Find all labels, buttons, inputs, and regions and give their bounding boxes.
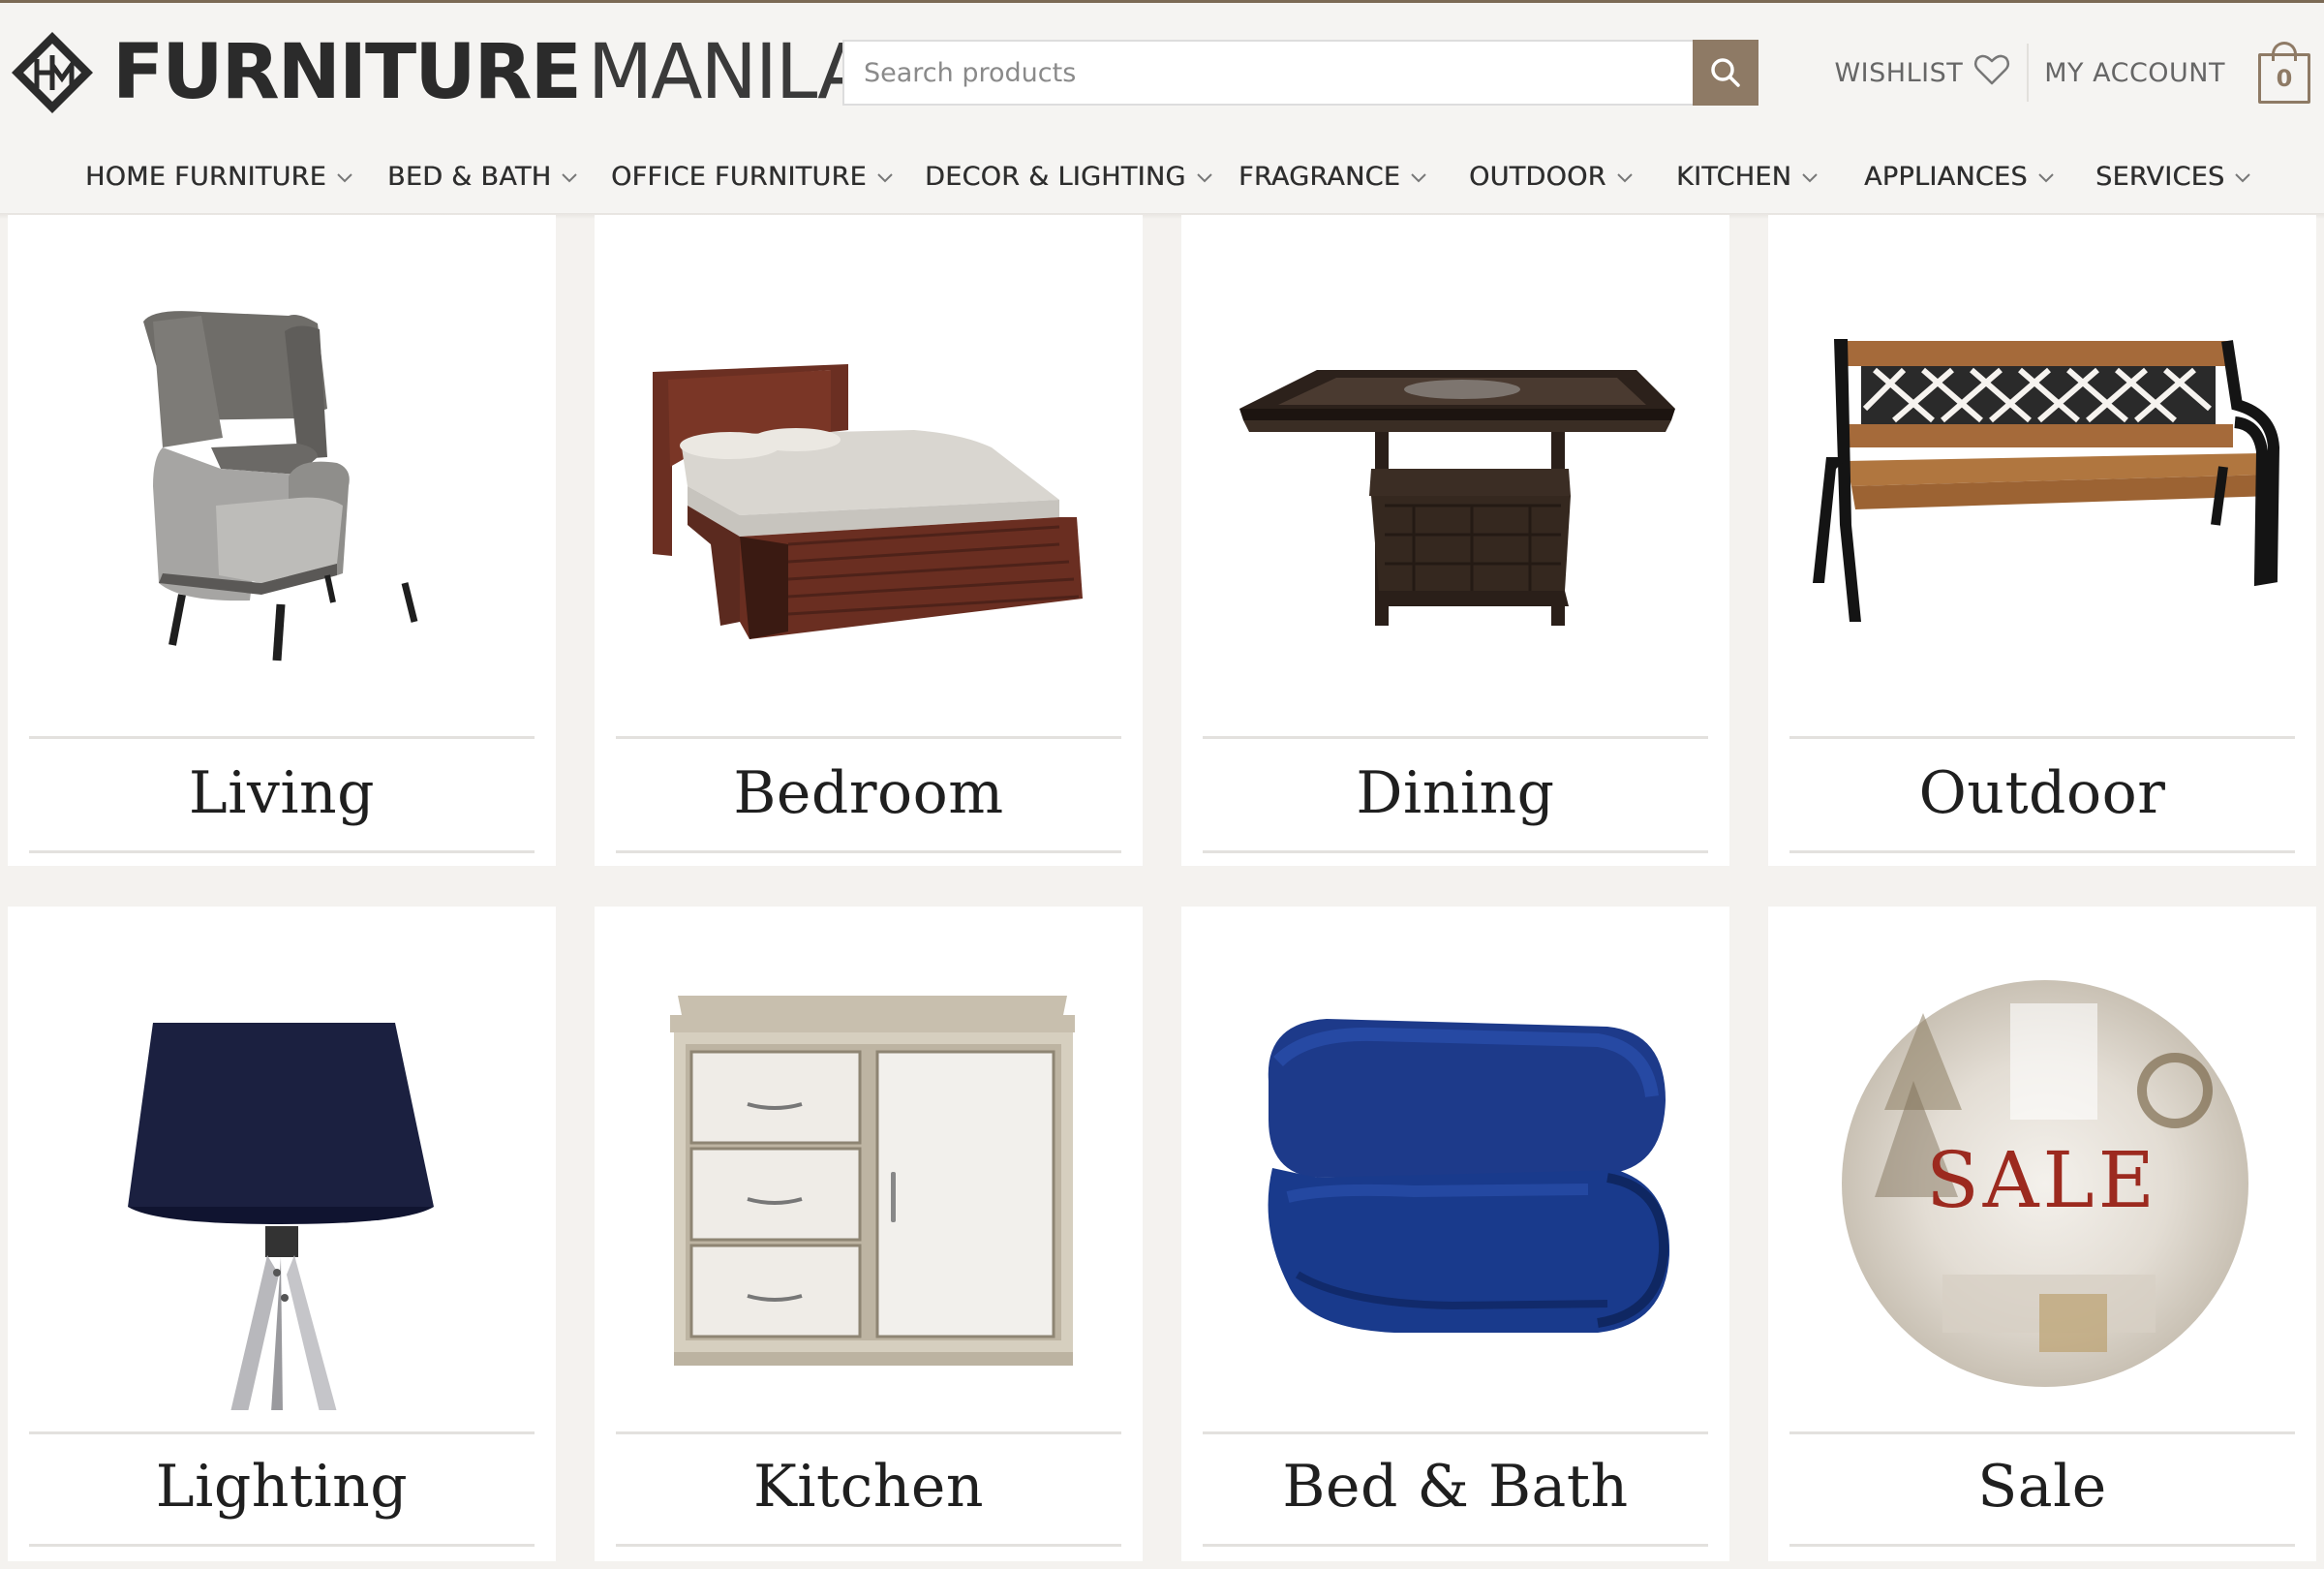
category-label: Dining <box>1356 759 1555 827</box>
category-label: Bedroom <box>733 759 1004 827</box>
category-card-dining[interactable]: Dining <box>1181 215 1729 866</box>
search-icon <box>1711 58 1740 87</box>
category-label: Lighting <box>155 1453 409 1521</box>
card-divider <box>1789 1431 2295 1434</box>
card-divider <box>616 736 1121 739</box>
category-card-sale[interactable]: SALE Sale <box>1768 907 2316 1561</box>
cart-button[interactable]: 0 <box>2258 42 2310 104</box>
nav-item-office-furniture[interactable]: OFFICE FURNITURE <box>611 162 894 192</box>
category-label: Sale <box>1977 1453 2107 1521</box>
page-bottom-edge <box>0 1561 2324 1569</box>
chevron-down-icon <box>1411 172 1426 182</box>
nav-label: FRAGRANCE <box>1238 162 1401 192</box>
nav-label: BED & BATH <box>387 162 552 192</box>
wishlist-link[interactable]: WISHLIST <box>1834 50 2011 96</box>
nav-label: OUTDOOR <box>1469 162 1606 192</box>
nav-label: KITCHEN <box>1676 162 1792 192</box>
nav-item-outdoor[interactable]: OUTDOOR <box>1469 162 1634 192</box>
card-divider <box>616 1431 1121 1434</box>
floor-lamp-icon <box>128 1023 434 1410</box>
card-divider <box>1203 736 1708 739</box>
site-logo[interactable]: FURNITURE MANILA <box>8 28 870 117</box>
wishlist-label: WISHLIST <box>1834 57 1964 88</box>
chevron-down-icon <box>562 172 578 182</box>
category-card-bed-bath[interactable]: Bed & Bath <box>1181 907 1729 1561</box>
nav-label: APPLIANCES <box>1864 162 2028 192</box>
nav-label: OFFICE FURNITURE <box>611 162 867 192</box>
header-links: WISHLIST MY ACCOUNT 0 <box>1834 34 2310 111</box>
category-card-lighting[interactable]: Lighting <box>8 907 556 1561</box>
chevron-down-icon <box>1196 172 1212 182</box>
category-card-bedroom[interactable]: Bedroom <box>595 215 1143 866</box>
category-label: Bed & Bath <box>1282 1453 1629 1521</box>
sale-badge-text: SALE <box>1925 1135 2159 1225</box>
nav-item-bed-bath[interactable]: BED & BATH <box>387 162 578 192</box>
my-account-link[interactable]: MY ACCOUNT <box>2044 58 2225 88</box>
nav-label: SERVICES <box>2095 162 2225 192</box>
category-label: Living <box>188 759 376 827</box>
card-divider <box>29 1431 535 1434</box>
nav-item-home-furniture[interactable]: HOME FURNITURE <box>85 162 353 192</box>
category-card-outdoor[interactable]: Outdoor <box>1768 215 2316 866</box>
card-divider <box>1203 1431 1708 1434</box>
blanket-icon <box>1268 1019 1670 1333</box>
cart-count: 0 <box>2258 53 2310 104</box>
category-label: Kitchen <box>752 1453 985 1521</box>
card-divider <box>616 850 1121 853</box>
card-divider <box>29 736 535 739</box>
chevron-down-icon <box>2038 172 2054 182</box>
main-navigation: HOME FURNITURE BED & BATH OFFICE FURNITU… <box>0 144 2324 216</box>
card-divider <box>29 850 535 853</box>
chevron-down-icon <box>1802 172 1818 182</box>
nav-item-decor-lighting[interactable]: DECOR & LIGHTING <box>925 162 1213 192</box>
chevron-down-icon <box>337 172 352 182</box>
card-divider <box>1789 736 2295 739</box>
category-label: Outdoor <box>1918 759 2166 827</box>
dining-table-icon <box>1239 370 1675 626</box>
logo-mark-icon <box>12 32 93 113</box>
bench-icon <box>1813 339 2280 622</box>
cabinet-icon <box>670 996 1075 1366</box>
search-input[interactable] <box>842 40 1693 106</box>
card-divider <box>1203 1544 1708 1547</box>
card-divider <box>1789 850 2295 853</box>
nav-item-appliances[interactable]: APPLIANCES <box>1864 162 2055 192</box>
category-card-kitchen[interactable]: Kitchen <box>595 907 1143 1561</box>
nav-item-kitchen[interactable]: KITCHEN <box>1676 162 1819 192</box>
card-divider <box>1789 1544 2295 1547</box>
chevron-down-icon <box>1616 172 1633 182</box>
bed-icon <box>653 364 1083 639</box>
chevron-down-icon <box>877 172 893 182</box>
logo-wordmark: FURNITURE MANILA <box>112 29 870 116</box>
card-divider <box>1203 850 1708 853</box>
nav-item-fragrance[interactable]: FRAGRANCE <box>1238 162 1427 192</box>
header-divider <box>2027 44 2030 102</box>
nav-label: HOME FURNITURE <box>85 162 326 192</box>
logo-text-bold: FURNITURE <box>112 29 582 116</box>
chevron-down-icon <box>2235 172 2251 182</box>
site-header: FURNITURE MANILA WISHLIST MY ACCOUNT 0 <box>0 0 2324 215</box>
logo-text-light: MANILA <box>587 29 870 116</box>
category-card-living[interactable]: Living <box>8 215 556 866</box>
armchair-icon <box>143 311 418 661</box>
search-button[interactable] <box>1693 40 1758 106</box>
nav-label: DECOR & LIGHTING <box>925 162 1186 192</box>
heart-icon <box>1963 50 2011 96</box>
nav-item-services[interactable]: SERVICES <box>2095 162 2251 192</box>
card-divider <box>29 1544 535 1547</box>
search-bar <box>842 40 1758 106</box>
card-divider <box>616 1544 1121 1547</box>
